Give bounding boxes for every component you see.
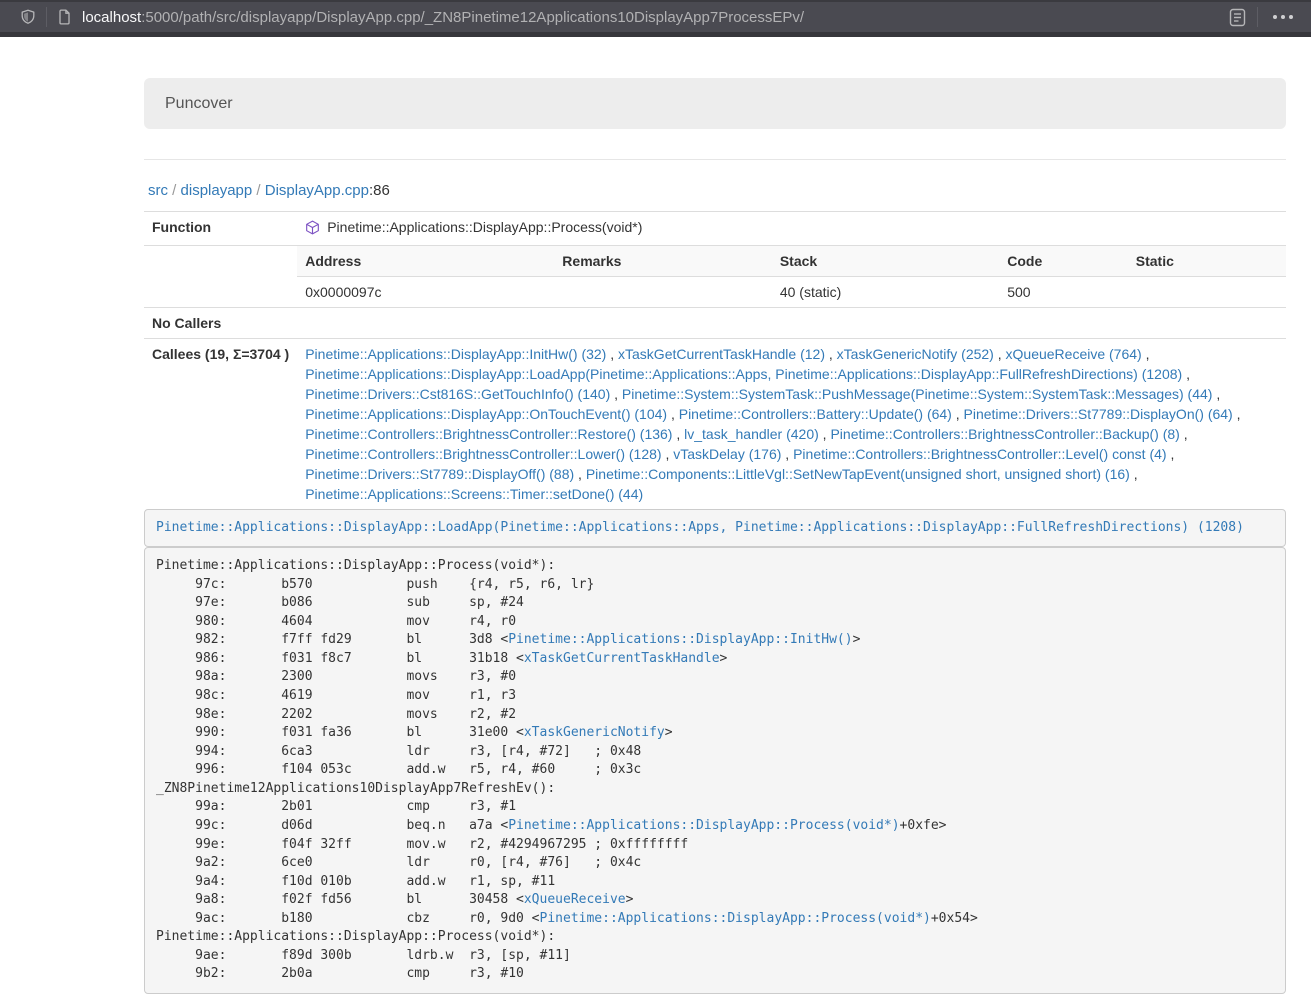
reader-view-icon[interactable] xyxy=(1229,8,1246,27)
callee-link[interactable]: Pinetime::Drivers::Cst816S::GetTouchInfo… xyxy=(305,386,610,402)
callee-link[interactable]: Pinetime::Controllers::BrightnessControl… xyxy=(305,426,672,442)
browser-toolbar: localhost:5000/path/src/displayapp/Displ… xyxy=(0,0,1311,37)
callee-link[interactable]: Pinetime::Applications::DisplayApp::OnTo… xyxy=(305,406,667,422)
detail-table: AddressRemarksStackCodeStatic 0x0000097c… xyxy=(297,246,1286,307)
detail-column-header: Code xyxy=(999,246,1128,277)
breadcrumb-link[interactable]: DisplayApp.cpp xyxy=(265,182,369,199)
breadcrumb-separator: / xyxy=(252,182,265,199)
function-table: Function Pinetime::Applications::Display… xyxy=(144,211,1286,509)
detail-value-cell: 40 (static) xyxy=(772,276,999,307)
toolbar-separator xyxy=(46,7,47,27)
breadcrumb-separator: / xyxy=(168,182,181,199)
callee-link[interactable]: Pinetime::Applications::Screens::Timer::… xyxy=(305,486,643,502)
callees-list: Pinetime::Applications::DisplayApp::Init… xyxy=(297,338,1286,509)
page-content: Puncover src / displayapp / DisplayApp.c… xyxy=(144,37,1286,994)
asm-symbol-link[interactable]: Pinetime::Applications::DisplayApp::Proc… xyxy=(508,818,899,833)
breadcrumb-line-number: :86 xyxy=(369,182,390,199)
app-header: Puncover xyxy=(144,78,1286,129)
detail-column-header: Static xyxy=(1128,246,1286,277)
detail-column-header: Address xyxy=(297,246,554,277)
url-bar[interactable]: localhost:5000/path/src/displayapp/Displ… xyxy=(82,9,804,26)
function-signature: Pinetime::Applications::DisplayApp::Proc… xyxy=(327,217,642,237)
detail-value-cell: 500 xyxy=(999,276,1128,307)
callee-link[interactable]: Pinetime::Drivers::St7789::DisplayOff() … xyxy=(305,466,574,482)
callee-link[interactable]: vTaskDelay (176) xyxy=(673,446,781,462)
callee-link[interactable]: lv_task_handler (420) xyxy=(684,426,819,442)
callee-link[interactable]: Pinetime::Controllers::BrightnessControl… xyxy=(830,426,1179,442)
no-callers-label: No Callers xyxy=(144,307,297,338)
toolbar-separator xyxy=(1257,7,1258,27)
callee-link[interactable]: Pinetime::Components::LittleVgl::SetNewT… xyxy=(586,466,1130,482)
url-host: localhost xyxy=(82,9,141,26)
asm-symbol-link[interactable]: xTaskGenericNotify xyxy=(524,725,665,740)
asm-symbol-link[interactable]: xQueueReceive xyxy=(524,892,626,907)
callee-link[interactable]: Pinetime::Controllers::Battery::Update()… xyxy=(679,406,952,422)
function-row: Function Pinetime::Applications::Display… xyxy=(144,212,1286,246)
detail-value-row: 0x0000097c 40 (static)500 xyxy=(297,276,1286,307)
detail-value-cell xyxy=(554,276,772,307)
menu-icon[interactable] xyxy=(1269,11,1297,23)
divider xyxy=(144,159,1286,160)
function-label: Function xyxy=(144,212,297,246)
callees-row: Callees (19, Σ=3704 ) Pinetime::Applicat… xyxy=(144,338,1286,509)
callee-link[interactable]: Pinetime::Controllers::BrightnessControl… xyxy=(305,446,661,462)
callee-link[interactable]: Pinetime::Applications::DisplayApp::Init… xyxy=(305,346,606,362)
highlighted-symbol-box: Pinetime::Applications::DisplayApp::Load… xyxy=(144,509,1286,548)
package-icon xyxy=(305,220,320,235)
highlighted-symbol-link[interactable]: Pinetime::Applications::DisplayApp::Load… xyxy=(156,520,1244,535)
callee-link[interactable]: Pinetime::System::SystemTask::PushMessag… xyxy=(622,386,1213,402)
shield-icon[interactable] xyxy=(20,9,36,25)
assembly-code: Pinetime::Applications::DisplayApp::Proc… xyxy=(144,547,1286,994)
asm-symbol-link[interactable]: Pinetime::Applications::DisplayApp::Init… xyxy=(508,632,852,647)
asm-symbol-link[interactable]: xTaskGetCurrentTaskHandle xyxy=(524,651,720,666)
detail-column-header: Stack xyxy=(772,246,999,277)
callee-link[interactable]: Pinetime::Applications::DisplayApp::Load… xyxy=(305,366,1182,382)
breadcrumb-link[interactable]: displayapp xyxy=(181,182,253,199)
callee-link[interactable]: Pinetime::Controllers::BrightnessControl… xyxy=(793,446,1166,462)
callees-label: Callees (19, Σ=3704 ) xyxy=(144,338,297,509)
page-title: Puncover xyxy=(165,93,1265,114)
detail-table-row: AddressRemarksStackCodeStatic 0x0000097c… xyxy=(144,245,1286,307)
detail-value-cell xyxy=(1128,276,1286,307)
callee-link[interactable]: xTaskGetCurrentTaskHandle (12) xyxy=(618,346,825,362)
detail-value-cell: 0x0000097c xyxy=(297,276,554,307)
page-icon[interactable] xyxy=(57,9,72,25)
no-callers-row: No Callers xyxy=(144,307,1286,338)
asm-symbol-link[interactable]: Pinetime::Applications::DisplayApp::Proc… xyxy=(540,911,931,926)
callee-link[interactable]: xQueueReceive (764) xyxy=(1006,346,1142,362)
url-path: :5000/path/src/displayapp/DisplayApp.cpp… xyxy=(141,9,804,26)
breadcrumb: src / displayapp / DisplayApp.cpp:86 xyxy=(148,181,1286,201)
detail-header-row: AddressRemarksStackCodeStatic xyxy=(297,246,1286,277)
breadcrumb-link[interactable]: src xyxy=(148,182,168,199)
detail-column-header: Remarks xyxy=(554,246,772,277)
callee-link[interactable]: xTaskGenericNotify (252) xyxy=(837,346,994,362)
callee-link[interactable]: Pinetime::Drivers::St7789::DisplayOn() (… xyxy=(964,406,1233,422)
